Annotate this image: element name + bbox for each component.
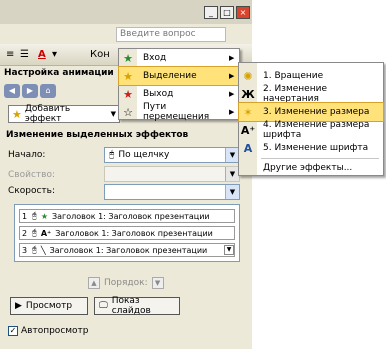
effects-list[interactable]: 1 🖰 ★ Заголовок 1: Заголовок презентации…: [14, 204, 240, 262]
property-label: Свойство:: [8, 170, 55, 180]
mouse-icon: 🖰: [32, 228, 37, 237]
pane-nav: ◀ ▶ ⌂: [4, 84, 56, 98]
toolbar-kon-label[interactable]: Кон: [90, 48, 110, 62]
arrow-down-icon[interactable]: ▼: [151, 277, 164, 289]
start-select[interactable]: 🖰 По щелчку ▼: [104, 147, 240, 163]
help-search-input[interactable]: Введите вопрос: [116, 27, 226, 42]
slideshow-label: Показ слайдов: [111, 296, 151, 316]
resize-icon: ✶: [243, 105, 253, 119]
item-number: 1: [22, 211, 28, 221]
path-line-icon: ╲: [40, 245, 46, 255]
menu-item-label: Вход: [143, 53, 167, 63]
speed-label: Скорость:: [8, 186, 55, 196]
mouse-icon: 🖰: [32, 211, 37, 220]
star-red-icon: ★: [123, 87, 133, 101]
add-effect-button[interactable]: ★ Добавить эффект ▼: [8, 104, 120, 124]
submenu-item-rotate[interactable]: ✺ 1. Вращение: [239, 67, 383, 85]
start-label: Начало:: [8, 150, 46, 160]
order-label: Порядок:: [104, 278, 148, 288]
item-text: Заголовок 1: Заголовок презентации: [55, 228, 213, 238]
font-size-icon: A⁺: [240, 123, 256, 137]
bold-icon: Ж: [241, 87, 255, 101]
submenu-item-style[interactable]: Ж 2. Изменение начертания: [239, 84, 383, 104]
autopreview-label: Автопросмотр: [21, 326, 89, 336]
menu-item-exit[interactable]: ★ Выход ▶: [119, 85, 239, 103]
slideshow-icon: 🖵: [99, 301, 108, 311]
star-icon: ★: [12, 107, 22, 121]
submenu-item-font[interactable]: A 5. Изменение шрифта: [239, 139, 383, 157]
preview-label: Просмотр: [25, 301, 73, 311]
play-icon: ▶: [15, 301, 22, 311]
submenu-item-label: Другие эффекты...: [263, 163, 353, 173]
list-item[interactable]: 1 🖰 ★ Заголовок 1: Заголовок презентации: [19, 209, 235, 223]
start-value: По щелчку: [118, 150, 170, 160]
chevron-down-icon[interactable]: ▼: [225, 148, 239, 162]
menu-item-label: Пути перемещения: [143, 102, 210, 122]
emphasis-submenu: ✺ 1. Вращение Ж 2. Изменение начертания …: [238, 62, 384, 176]
justify-icon[interactable]: ≡: [6, 48, 14, 62]
star-green-icon: ★: [123, 51, 133, 65]
property-select: ▼: [104, 166, 240, 182]
home-icon[interactable]: ⌂: [40, 84, 56, 98]
menu-item-emphasis[interactable]: ★ Выделение ▶: [118, 66, 240, 86]
list-item[interactable]: 3 🖰 ╲ Заголовок 1: Заголовок презентации…: [19, 243, 235, 257]
speed-select[interactable]: ▼: [104, 184, 240, 200]
preview-button[interactable]: ▶ Просмотр: [10, 297, 88, 315]
item-number: 3: [22, 245, 28, 255]
list-item[interactable]: 2 🖰 A⁺ Заголовок 1: Заголовок презентаци…: [19, 226, 235, 240]
add-effect-label: Добавить эффект: [24, 104, 71, 124]
rotate-icon: ✺: [243, 69, 253, 83]
item-text: Заголовок 1: Заголовок презентации: [49, 245, 208, 255]
arrow-up-icon[interactable]: ▲: [88, 277, 100, 289]
submenu-item-resize[interactable]: ✶ 3. Изменение размера: [238, 102, 384, 122]
back-icon[interactable]: ◀: [4, 84, 20, 98]
mouse-icon: 🖰: [32, 245, 37, 254]
slideshow-button[interactable]: 🖵 Показ слайдов: [94, 296, 180, 316]
item-text: Заголовок 1: Заголовок презентации: [51, 211, 210, 221]
font-size-icon: A⁺: [40, 228, 52, 238]
menu-item-label: Выход: [143, 89, 174, 99]
submenu-item-label: 5. Изменение шрифта: [263, 143, 369, 153]
path-icon: ☆: [123, 105, 133, 119]
font-color-icon[interactable]: A: [38, 48, 46, 62]
submenu-item-label: 1. Вращение: [263, 71, 324, 81]
chevron-down-icon[interactable]: ▼: [225, 185, 239, 199]
autopreview-row[interactable]: ✓ Автопросмотр: [8, 326, 89, 336]
menu-item-entrance[interactable]: ★ Вход ▶: [119, 49, 239, 67]
submenu-item-label: 2. Изменение начертания: [263, 84, 327, 104]
submenu-item-label: 4. Изменение размера шрифта: [263, 120, 370, 140]
submenu-item-font-size[interactable]: A⁺ 4. Изменение размера шрифта: [239, 120, 383, 140]
chevron-down-icon[interactable]: ▾: [52, 48, 57, 62]
close-button[interactable]: ×: [236, 6, 250, 19]
order-control: ▲ Порядок: ▼: [88, 277, 164, 289]
maximize-button[interactable]: □: [220, 6, 234, 19]
mouse-icon: 🖰: [109, 150, 115, 160]
minimize-button[interactable]: _: [204, 6, 218, 19]
window-controls: _ □ ×: [204, 6, 250, 19]
menu-item-label: Выделение: [143, 71, 197, 81]
menu-item-motion-paths[interactable]: ☆ Пути перемещения ▶: [119, 102, 239, 122]
add-effect-menu: ★ Вход ▶ ★ Выделение ▶ ★ Выход ▶ ☆ Пути …: [118, 48, 240, 122]
star-yellow-icon: ★: [123, 69, 133, 83]
font-icon: A: [243, 141, 253, 155]
list-icon[interactable]: ☰: [20, 48, 29, 62]
forward-icon[interactable]: ▶: [22, 84, 38, 98]
item-number: 2: [22, 228, 28, 238]
section-title: Изменение выделенных эффектов: [6, 130, 189, 140]
chevron-down-icon: ▼: [225, 167, 239, 181]
autopreview-checkbox[interactable]: ✓: [8, 326, 18, 336]
chevron-right-icon: ▶: [229, 54, 235, 62]
submenu-item-more-effects[interactable]: Другие эффекты...: [239, 159, 383, 177]
chevron-down-icon[interactable]: ▼: [224, 245, 234, 255]
submenu-item-label: 3. Изменение размера: [263, 107, 370, 117]
star-green-icon: ★: [40, 211, 48, 221]
